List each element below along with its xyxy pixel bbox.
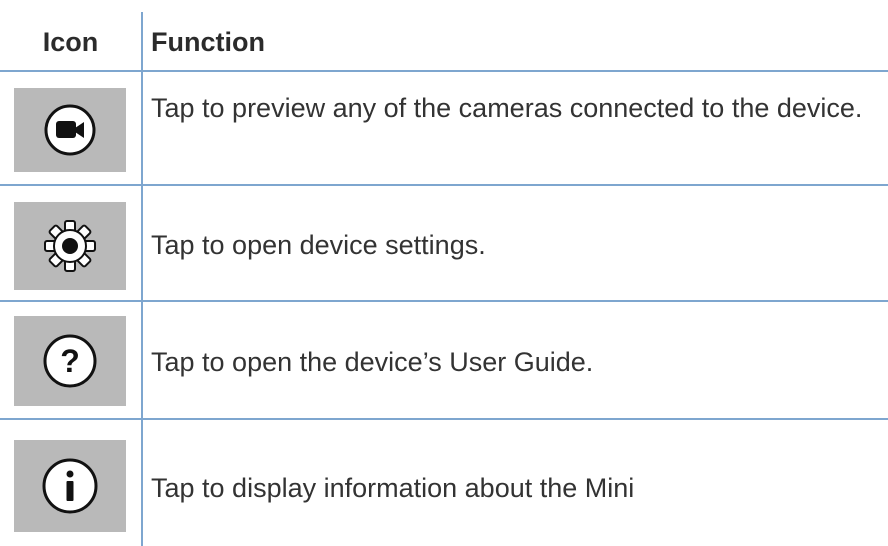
- header-function: Function: [151, 26, 265, 57]
- icon-function-table: Icon Function Tap to preview any of the …: [0, 0, 888, 546]
- table-row: Tap to display information about the Min…: [0, 420, 888, 546]
- svg-text:?: ?: [60, 343, 80, 379]
- table-row: ? Tap to open the device’s User Guide.: [0, 302, 888, 418]
- function-text: Tap to display information about the Min…: [151, 473, 635, 503]
- function-text: Tap to preview any of the cameras connec…: [151, 93, 863, 123]
- function-text: Tap to open device settings.: [151, 230, 486, 260]
- table-row: Tap to open device settings.: [0, 186, 888, 300]
- info-icon: [14, 440, 126, 532]
- camera-icon: [14, 88, 126, 172]
- help-icon: ?: [14, 316, 126, 406]
- header-icon: Icon: [42, 26, 99, 57]
- function-text: Tap to open the device’s User Guide.: [151, 347, 594, 377]
- gear-icon: [14, 202, 126, 290]
- table-row: Tap to preview any of the cameras connec…: [0, 72, 888, 184]
